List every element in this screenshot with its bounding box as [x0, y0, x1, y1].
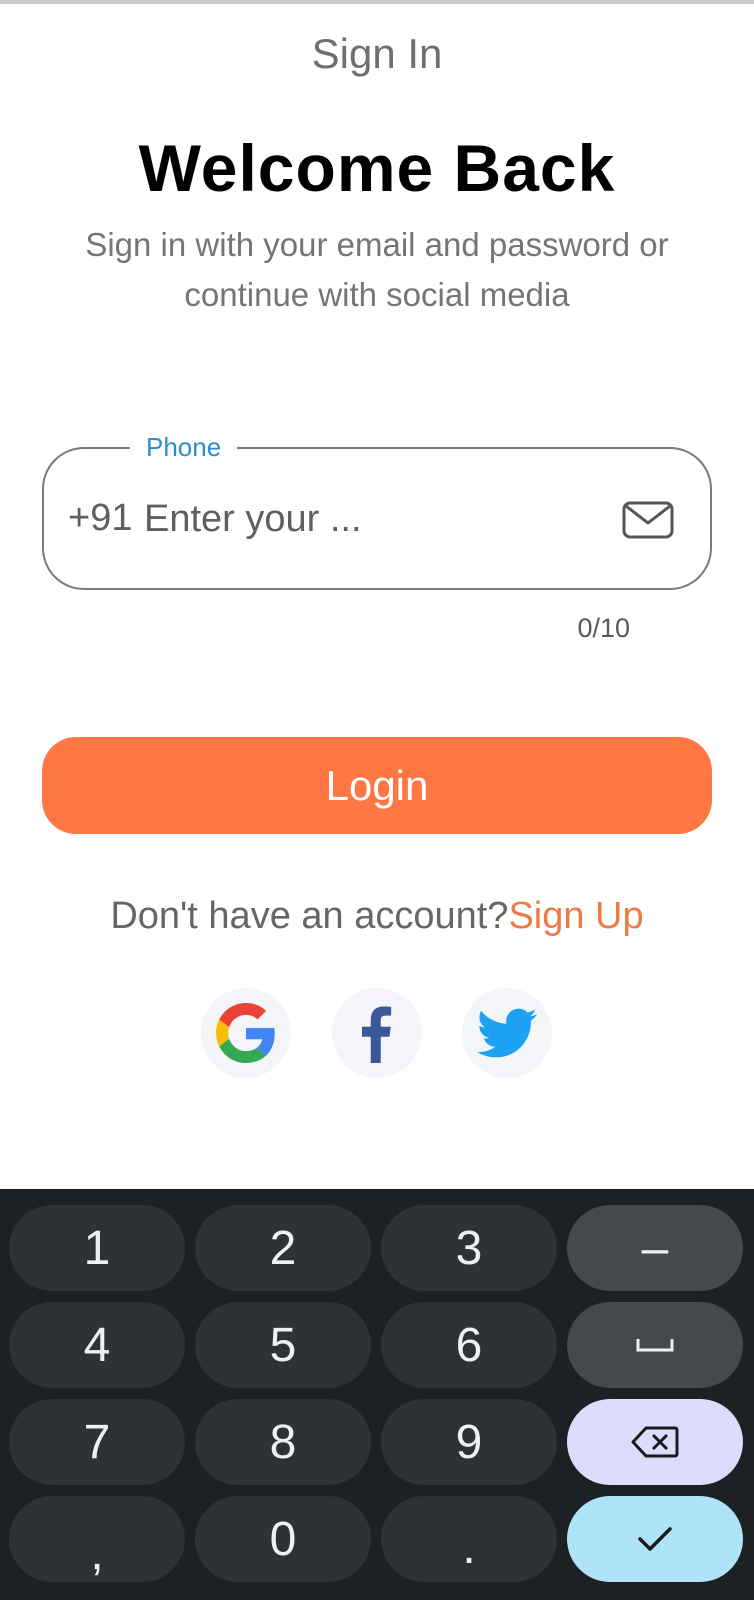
- sign-up-link[interactable]: Sign Up: [508, 895, 643, 937]
- checkmark-icon: [638, 1527, 672, 1551]
- key-done[interactable]: [567, 1496, 743, 1582]
- page-subtitle: Sign in with your email and password or …: [85, 226, 669, 313]
- key-6[interactable]: 6: [381, 1302, 557, 1388]
- key-7[interactable]: 7: [9, 1399, 185, 1485]
- appbar-title: Sign In: [311, 30, 443, 77]
- space-icon: [636, 1339, 674, 1352]
- phone-field-label: Phone: [146, 432, 222, 462]
- key-minus[interactable]: –: [567, 1205, 743, 1291]
- status-divider: [0, 0, 754, 4]
- facebook-icon: [362, 1006, 392, 1063]
- key-space[interactable]: [567, 1302, 743, 1388]
- signup-prompt: Don't have an account?Sign Up: [0, 895, 754, 938]
- google-icon: [216, 1003, 275, 1063]
- signup-prompt-text: Don't have an account?: [110, 895, 509, 937]
- twitter-login-button[interactable]: [462, 988, 552, 1078]
- login-button[interactable]: Login: [42, 737, 712, 834]
- key-3[interactable]: 3: [381, 1205, 557, 1291]
- key-9[interactable]: 9: [381, 1399, 557, 1485]
- twitter-icon: [477, 1008, 537, 1058]
- page-title: Welcome Back: [138, 131, 616, 205]
- key-comma[interactable]: ,: [9, 1496, 185, 1582]
- country-code-prefix: +91: [68, 497, 133, 539]
- key-0[interactable]: 0: [195, 1496, 371, 1582]
- phone-field-label-wrap: Phone: [130, 427, 238, 467]
- facebook-login-button[interactable]: [332, 988, 422, 1078]
- key-4[interactable]: 4: [9, 1302, 185, 1388]
- numeric-keyboard: 1 2 3 – 4 5 6 7 8 9 , 0 .: [0, 1189, 754, 1600]
- google-login-button[interactable]: [201, 988, 291, 1078]
- key-period-label: .: [462, 1520, 476, 1574]
- key-backspace[interactable]: [567, 1399, 743, 1485]
- phone-field[interactable]: Phone +91: [42, 427, 712, 590]
- key-2[interactable]: 2: [195, 1205, 371, 1291]
- key-8[interactable]: 8: [195, 1399, 371, 1485]
- key-comma-label: ,: [90, 1526, 104, 1580]
- key-1[interactable]: 1: [9, 1205, 185, 1291]
- sign-in-screen: Sign In Welcome Back Sign in with your e…: [0, 0, 754, 1600]
- phone-input[interactable]: [144, 489, 594, 549]
- backspace-icon: [631, 1426, 679, 1458]
- character-counter: 0/10: [577, 613, 630, 643]
- key-5[interactable]: 5: [195, 1302, 371, 1388]
- key-period[interactable]: .: [381, 1496, 557, 1582]
- mail-icon: [622, 501, 674, 539]
